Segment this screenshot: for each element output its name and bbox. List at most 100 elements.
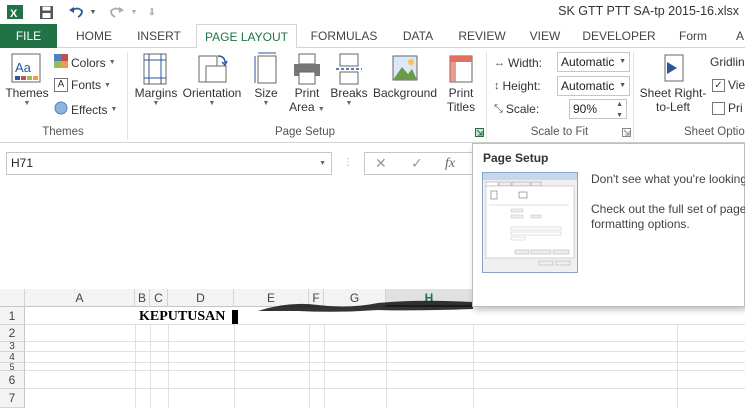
size-icon xyxy=(253,52,279,86)
size-button[interactable]: Size ▼ xyxy=(250,52,282,107)
title-bar: X ▼ ▼ ⇩ SK GTT PTT SA-tp 2015-16.xlsx xyxy=(0,0,745,24)
orientation-button[interactable]: Orientation ▼ xyxy=(180,52,244,107)
themes-button[interactable]: Aa Themes ▼ xyxy=(4,52,50,107)
print-area-icon xyxy=(292,52,322,86)
cell-a1-text: KEPUTUSAN xyxy=(139,309,226,324)
select-all-corner[interactable] xyxy=(0,289,25,307)
margins-button[interactable]: Margins ▼ xyxy=(133,52,179,107)
formula-buttons: ✕ ✓ fx xyxy=(364,152,474,175)
row-header[interactable]: 2 xyxy=(0,325,25,342)
effects-button[interactable]: Effects ▼ xyxy=(54,101,117,118)
undo-icon[interactable] xyxy=(66,3,86,21)
customize-toolbar-icon[interactable]: ⇩ xyxy=(146,3,158,21)
screen-artifact xyxy=(258,299,473,313)
gridline xyxy=(168,325,169,408)
gridline xyxy=(135,325,136,408)
print-titles-button[interactable]: Print Titles xyxy=(443,52,479,114)
height-label: Height: xyxy=(502,79,541,93)
undo-dropdown-icon[interactable]: ▼ xyxy=(88,3,98,21)
tab-page-layout[interactable]: PAGE LAYOUT xyxy=(196,24,297,49)
page-setup-launcher-icon[interactable] xyxy=(475,128,484,139)
scale-label-item: ⤡ Scale: xyxy=(494,102,539,116)
colors-icon xyxy=(54,54,68,71)
enter-icon[interactable]: ✓ xyxy=(411,153,423,174)
print-titles-label-2: Titles xyxy=(446,100,476,114)
tab-view[interactable]: VIEW xyxy=(521,24,569,48)
breaks-icon xyxy=(335,52,363,86)
gridlines-print-checkbox[interactable]: Pri xyxy=(712,101,743,115)
gridline xyxy=(25,324,745,325)
row-header[interactable]: 1 xyxy=(0,307,25,325)
print-area-button[interactable]: Print Area ▼ xyxy=(288,52,326,117)
column-header[interactable]: A xyxy=(25,289,135,307)
page-setup-group-label: Page Setup xyxy=(274,126,336,138)
tooltip-line-2: Check out the full set of page xyxy=(591,202,745,216)
cell-text-overflow-mark xyxy=(232,310,238,324)
sheet-rtl-label-1: Sheet Right- xyxy=(639,86,707,100)
name-box[interactable]: H71 ▼ xyxy=(6,152,332,175)
scale-spinner[interactable]: 90% ▲ ▼ xyxy=(569,99,627,119)
insert-function-icon[interactable]: fx xyxy=(445,153,455,174)
tab-developer[interactable]: DEVELOPER xyxy=(578,24,660,48)
gridline xyxy=(25,388,745,389)
gridline xyxy=(25,362,745,363)
margins-icon xyxy=(143,52,169,86)
gridlines-view-checkbox[interactable]: ✓ Vie xyxy=(712,78,745,92)
orientation-label: Orientation xyxy=(182,86,242,100)
themes-caret-icon: ▼ xyxy=(23,100,31,107)
gridline xyxy=(309,325,310,408)
row-header[interactable]: 4 xyxy=(0,352,25,363)
effects-label: Effects xyxy=(71,102,108,117)
height-dropdown[interactable]: Automatic ▼ xyxy=(557,76,630,96)
redo-icon[interactable] xyxy=(107,3,127,21)
tab-home[interactable]: HOME xyxy=(66,24,122,48)
fonts-label: Fonts xyxy=(71,78,102,92)
row-header[interactable]: 3 xyxy=(0,342,25,352)
colors-button[interactable]: Colors ▼ xyxy=(54,54,116,71)
spin-down-icon[interactable]: ▼ xyxy=(616,107,623,125)
breaks-button[interactable]: Breaks ▼ xyxy=(330,52,368,107)
gridline xyxy=(234,325,235,408)
gridlines-view-label: Vie xyxy=(728,78,745,92)
redo-dropdown-icon[interactable]: ▼ xyxy=(129,3,139,21)
sheet-right-to-left-button[interactable]: Sheet Right- to-Left xyxy=(638,52,708,114)
excel-logo-icon: X xyxy=(6,3,24,21)
width-label: Width: xyxy=(508,56,543,70)
page-setup-dialog-preview-image xyxy=(482,172,578,273)
tab-formulas[interactable]: FORMULAS xyxy=(304,24,384,48)
column-header[interactable]: D xyxy=(168,289,234,307)
name-box-value: H71 xyxy=(11,156,34,170)
row-header[interactable]: 7 xyxy=(0,389,25,408)
tab-data[interactable]: DATA xyxy=(393,24,443,48)
gridlines-heading: Gridlin xyxy=(710,55,745,69)
tab-more[interactable]: A xyxy=(730,24,745,48)
gridline xyxy=(25,370,745,371)
cancel-icon[interactable]: ✕ xyxy=(375,153,387,174)
themes-icon: Aa xyxy=(11,52,43,86)
gridline xyxy=(25,341,745,342)
row-header[interactable]: 6 xyxy=(0,371,25,389)
row-header[interactable]: 5 xyxy=(0,363,25,371)
width-dropdown[interactable]: Automatic ▼ xyxy=(557,52,630,72)
tab-file[interactable]: FILE xyxy=(0,24,57,48)
scale-label: Scale: xyxy=(505,102,540,116)
tab-form[interactable]: Form xyxy=(668,24,718,48)
themes-label: Themes xyxy=(5,86,49,100)
sheet-right-to-left-icon xyxy=(659,52,687,86)
save-icon[interactable] xyxy=(37,3,55,21)
scale-to-fit-group-label: Scale to Fit xyxy=(530,126,589,138)
scale-to-fit-launcher-icon[interactable] xyxy=(622,128,631,139)
size-caret-icon: ▼ xyxy=(262,100,270,107)
svg-text:X: X xyxy=(10,8,18,20)
scale-icon: ⤡ xyxy=(494,102,503,115)
scale-value: 90% xyxy=(573,102,598,116)
tab-insert[interactable]: INSERT xyxy=(130,24,188,48)
height-value: Automatic xyxy=(561,79,615,93)
fonts-button[interactable]: A Fonts ▼ xyxy=(54,78,111,92)
tab-review[interactable]: REVIEW xyxy=(452,24,512,48)
column-header[interactable]: C xyxy=(150,289,168,307)
print-titles-label-1: Print xyxy=(448,86,474,100)
background-button[interactable]: Background xyxy=(371,52,439,100)
column-header[interactable]: B xyxy=(135,289,150,307)
orientation-caret-icon: ▼ xyxy=(208,100,216,107)
